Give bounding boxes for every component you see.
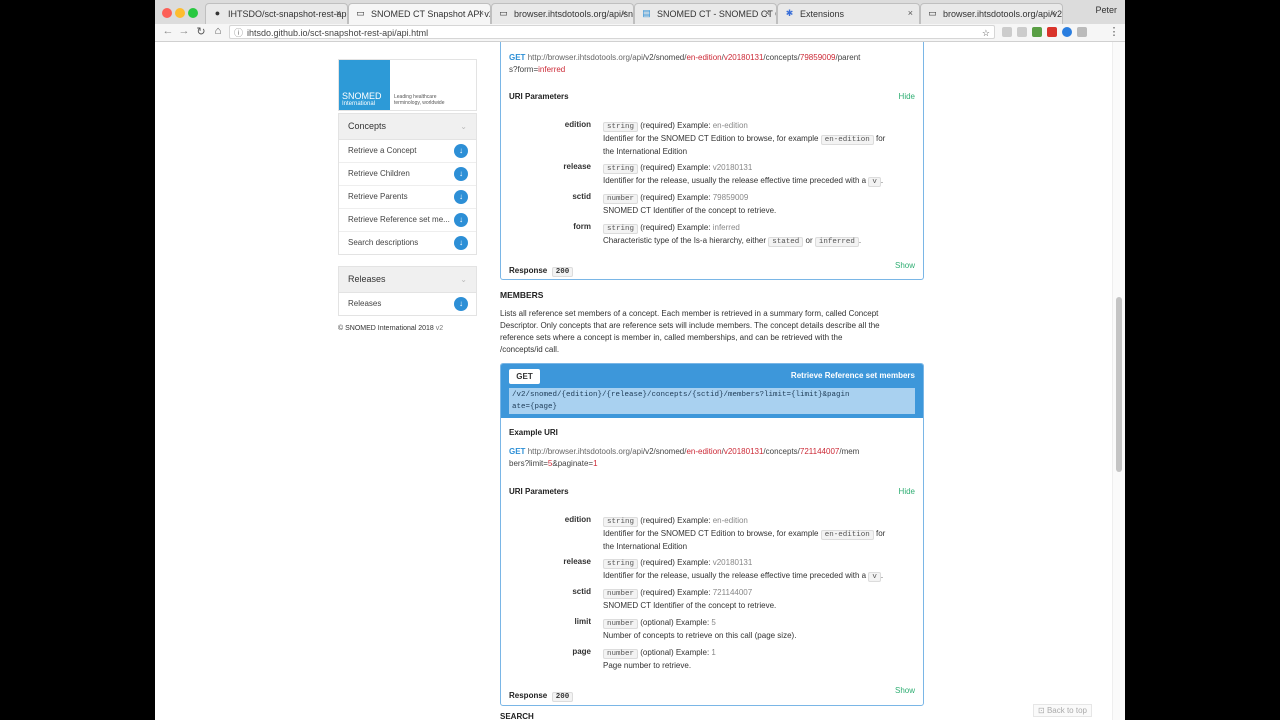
example-uri[interactable]: GET http://browser.ihtsdotools.org/api/v…: [509, 446, 919, 470]
extension-icon[interactable]: [1062, 27, 1072, 37]
sidebar: SNOMED International Leading healthcare t…: [338, 59, 477, 332]
response-code: 200: [551, 267, 574, 277]
close-window-button[interactable]: [162, 8, 172, 18]
sidebar-item-releases[interactable]: Releases ↓: [339, 293, 476, 315]
close-tab-icon[interactable]: ×: [1051, 8, 1056, 18]
close-tab-icon[interactable]: ×: [908, 8, 913, 18]
members-heading: MEMBERS: [500, 290, 544, 300]
arrow-down-icon[interactable]: ↓: [454, 144, 468, 158]
endpoint-title: Retrieve Reference set members: [790, 371, 915, 380]
page: SNOMED International Leading healthcare t…: [155, 42, 1125, 720]
hide-link[interactable]: Hide: [899, 487, 915, 496]
close-tab-icon[interactable]: ×: [479, 8, 484, 18]
window-controls: [162, 5, 201, 23]
response-code: 200: [551, 692, 574, 702]
browser-window: ● IHTSDO/sct-snapshot-rest-api × ▭ SNOMED C…: [155, 0, 1125, 720]
retrieve-members-card: GET Retrieve Reference set members /v2/s…: [500, 363, 924, 706]
menu-icon[interactable]: ⋮: [1107, 25, 1121, 38]
example-uri-title: Example URI: [509, 428, 558, 437]
document-icon: ▭: [356, 8, 365, 18]
toolbar: ← → ↻ ⌂ ⓘ ihtsdo.github.io/sct-snapshot-…: [155, 24, 1125, 42]
close-tab-icon[interactable]: ×: [765, 8, 770, 18]
forward-icon[interactable]: →: [177, 25, 191, 37]
sidebar-item-retrieve-parents[interactable]: Retrieve Parents ↓: [339, 186, 476, 209]
arrow-down-icon[interactable]: ↓: [454, 213, 468, 227]
uri-parameters-title: URI Parameters: [509, 487, 569, 496]
concepts-panel: Concepts ⌄ Retrieve a Concept ↓ Retrieve C…: [338, 113, 477, 255]
sidebar-item-retrieve-refset-members[interactable]: Retrieve Reference set me... ↓: [339, 209, 476, 232]
endpoint-template-uri: /v2/snomed/{edition}/{release}/concepts/…: [509, 388, 915, 414]
snomed-icon: ▤: [642, 8, 651, 18]
close-tab-icon[interactable]: ×: [622, 8, 627, 18]
tab-browser-api-v2[interactable]: ▭ browser.ihtsdotools.org/api/v2 ×: [920, 3, 1063, 24]
arrow-down-icon[interactable]: ↓: [454, 297, 468, 311]
tab-snapshot-api[interactable]: ▭ SNOMED CT Snapshot API v2 ×: [348, 3, 491, 24]
page-scrollbar[interactable]: [1112, 42, 1125, 720]
bookmark-star-icon[interactable]: ☆: [982, 26, 990, 40]
document-icon: ▭: [499, 8, 508, 18]
tab-strip: ● IHTSDO/sct-snapshot-rest-api × ▭ SNOMED C…: [155, 0, 1125, 25]
extension-icon[interactable]: [1017, 27, 1027, 37]
arrow-down-icon[interactable]: ↓: [454, 167, 468, 181]
show-link[interactable]: Show: [895, 686, 915, 695]
back-icon[interactable]: ←: [161, 25, 175, 37]
hide-link[interactable]: Hide: [899, 92, 915, 101]
releases-panel: Releases ⌄ Releases ↓: [338, 266, 477, 316]
info-icon[interactable]: ⓘ: [234, 26, 243, 40]
response-row[interactable]: Response 200: [509, 685, 574, 703]
back-to-top-button[interactable]: ⊡ Back to top: [1033, 704, 1092, 717]
minimize-window-button[interactable]: [175, 8, 185, 18]
profile-name[interactable]: Peter: [1095, 5, 1117, 15]
sidebar-item-retrieve-children[interactable]: Retrieve Children ↓: [339, 163, 476, 186]
get-method-badge: GET: [509, 369, 540, 384]
document-icon: ▭: [928, 8, 937, 18]
reload-icon[interactable]: ↻: [194, 25, 208, 38]
logo-box: SNOMED International: [339, 60, 390, 110]
copyright: © SNOMED International 2018 v2: [338, 325, 444, 332]
extension-icon[interactable]: [1047, 27, 1057, 37]
extension-icon[interactable]: [1002, 27, 1012, 37]
arrow-down-icon[interactable]: ↓: [454, 236, 468, 250]
extension-icon[interactable]: [1077, 27, 1087, 37]
members-description: Lists all reference set members of a con…: [500, 309, 880, 354]
close-tab-icon[interactable]: ×: [336, 8, 341, 18]
releases-heading[interactable]: Releases ⌄: [339, 267, 476, 293]
tab-extensions[interactable]: ✱ Extensions ×: [777, 3, 920, 24]
zoom-window-button[interactable]: [188, 8, 198, 18]
example-uri[interactable]: GET http://browser.ihtsdotools.org/api/v…: [509, 52, 919, 76]
home-icon[interactable]: ⌂: [211, 25, 225, 37]
uri-parameters-title: URI Parameters: [509, 92, 569, 101]
endpoint-header[interactable]: GET Retrieve Reference set members /v2/s…: [501, 364, 923, 418]
arrow-down-icon[interactable]: ↓: [454, 190, 468, 204]
snomed-logo[interactable]: SNOMED International Leading healthcare t…: [338, 59, 477, 111]
tab-browser-api-sn[interactable]: ▭ browser.ihtsdotools.org/api/sn ×: [491, 3, 634, 24]
address-bar[interactable]: ⓘ ihtsdo.github.io/sct-snapshot-rest-api…: [229, 25, 995, 39]
concepts-heading[interactable]: Concepts ⌄: [339, 114, 476, 140]
chevron-down-icon: ⌄: [460, 275, 467, 284]
extension-icon[interactable]: [1032, 27, 1042, 37]
url-text: ihtsdo.github.io/sct-snapshot-rest-api/a…: [247, 28, 429, 38]
arrow-up-icon: ⊡: [1038, 706, 1045, 715]
puzzle-icon: ✱: [785, 8, 794, 18]
search-heading: SEARCH: [500, 712, 534, 720]
response-row[interactable]: Response 200: [509, 260, 574, 278]
show-link[interactable]: Show: [895, 261, 915, 270]
tab-github[interactable]: ● IHTSDO/sct-snapshot-rest-api ×: [205, 3, 348, 24]
tab-snomed-ct[interactable]: ▤ SNOMED CT - SNOMED CT Co ×: [634, 3, 777, 24]
retrieve-parents-card: GET http://browser.ihtsdotools.org/api/v…: [500, 42, 924, 280]
sidebar-item-retrieve-concept[interactable]: Retrieve a Concept ↓: [339, 140, 476, 163]
github-icon: ●: [214, 8, 221, 18]
logo-tagline: Leading healthcare terminology, worldwide: [394, 94, 445, 106]
scrollbar-thumb[interactable]: [1116, 297, 1122, 472]
chevron-down-icon: ⌄: [460, 122, 467, 131]
sidebar-item-search-descriptions[interactable]: Search descriptions ↓: [339, 232, 476, 254]
